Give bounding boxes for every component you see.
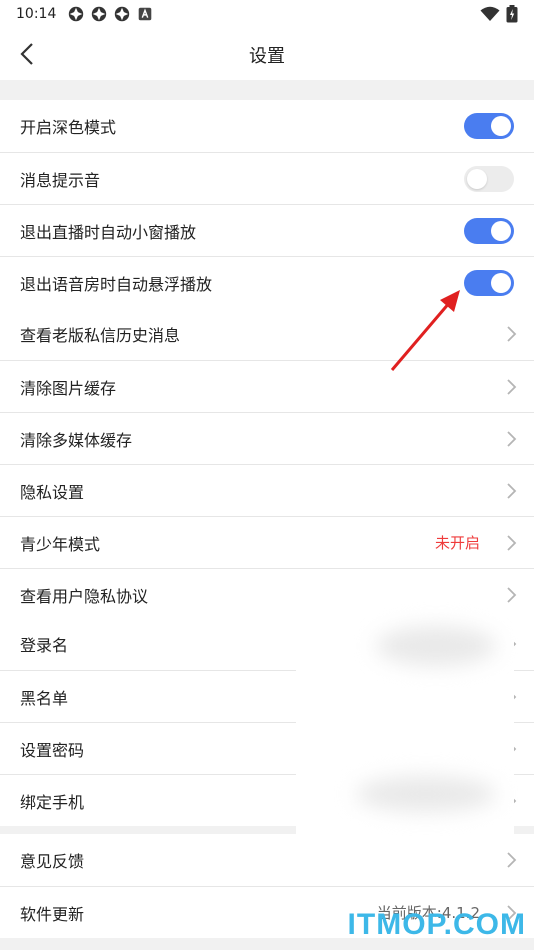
clear-media-cache-label: 清除多媒体缓存 xyxy=(20,430,133,450)
login-name-label: 登录名 xyxy=(20,636,69,655)
chevron-right-icon xyxy=(507,852,517,868)
message-sound-label: 消息提示音 xyxy=(20,170,101,190)
status-bar: 10:14 xyxy=(0,0,534,28)
chevron-right-icon xyxy=(507,379,517,395)
dark-mode-label: 开启深色模式 xyxy=(20,118,117,137)
watermark-logo: ITMOP.COM xyxy=(347,908,526,941)
app-notification-icon xyxy=(91,6,107,22)
live-mini-window-row[interactable]: 退出直播时自动小窗播放 xyxy=(0,204,534,256)
live-mini-window-label: 退出直播时自动小窗播放 xyxy=(20,222,197,242)
nav-bar: 设置 xyxy=(0,28,534,80)
message-sound-toggle[interactable] xyxy=(464,166,514,192)
chevron-right-icon xyxy=(507,431,517,447)
bind-phone-label: 绑定手机 xyxy=(20,792,85,812)
voice-room-float-label: 退出语音房时自动悬浮播放 xyxy=(20,274,213,294)
toggle-knob xyxy=(491,221,511,241)
toggle-knob xyxy=(491,273,511,293)
chevron-right-icon xyxy=(507,483,517,499)
blur-patch xyxy=(376,626,496,666)
toggle-group: 开启深色模式 消息提示音 退出直播时自动小窗播放 退出语音房时自动悬浮播放 xyxy=(0,100,534,308)
clear-media-cache-row[interactable]: 清除多媒体缓存 xyxy=(0,412,534,464)
message-sound-row[interactable]: 消息提示音 xyxy=(0,152,534,204)
chevron-right-icon xyxy=(507,326,517,342)
toggle-knob xyxy=(467,169,487,189)
app-notification-icon xyxy=(68,6,84,22)
a-notification-icon xyxy=(138,7,152,21)
clear-image-cache-label: 清除图片缓存 xyxy=(20,378,117,398)
toggle-knob xyxy=(491,116,511,136)
live-mini-window-toggle[interactable] xyxy=(464,218,514,244)
privacy-settings-label: 隐私设置 xyxy=(20,482,85,502)
privacy-settings-row[interactable]: 隐私设置 xyxy=(0,464,534,516)
old-messages-label: 查看老版私信历史消息 xyxy=(20,326,181,345)
app-notification-icon xyxy=(114,6,130,22)
redaction-overlay xyxy=(296,606,514,834)
status-right xyxy=(480,5,518,23)
battery-icon xyxy=(506,5,518,23)
dark-mode-toggle[interactable] xyxy=(464,113,514,139)
page-title: 设置 xyxy=(249,46,285,67)
chevron-right-icon xyxy=(507,587,517,603)
youth-mode-label: 青少年模式 xyxy=(20,534,101,554)
set-password-label: 设置密码 xyxy=(20,740,85,760)
feedback-row[interactable]: 意见反馈 xyxy=(0,834,534,886)
chevron-right-icon xyxy=(507,535,517,551)
blur-patch xyxy=(356,776,496,812)
feedback-label: 意见反馈 xyxy=(20,852,85,871)
dark-mode-row[interactable]: 开启深色模式 xyxy=(0,100,534,152)
annotation-arrow-icon xyxy=(390,290,460,371)
wifi-icon xyxy=(480,6,500,21)
voice-room-float-toggle[interactable] xyxy=(464,270,514,296)
youth-mode-status: 未开启 xyxy=(434,534,480,552)
youth-mode-row[interactable]: 青少年模式 未开启 xyxy=(0,516,534,568)
software-update-label: 软件更新 xyxy=(20,904,85,924)
blacklist-label: 黑名单 xyxy=(20,688,69,708)
status-time: 10:14 xyxy=(16,6,57,22)
privacy-agreement-label: 查看用户隐私协议 xyxy=(20,586,149,606)
